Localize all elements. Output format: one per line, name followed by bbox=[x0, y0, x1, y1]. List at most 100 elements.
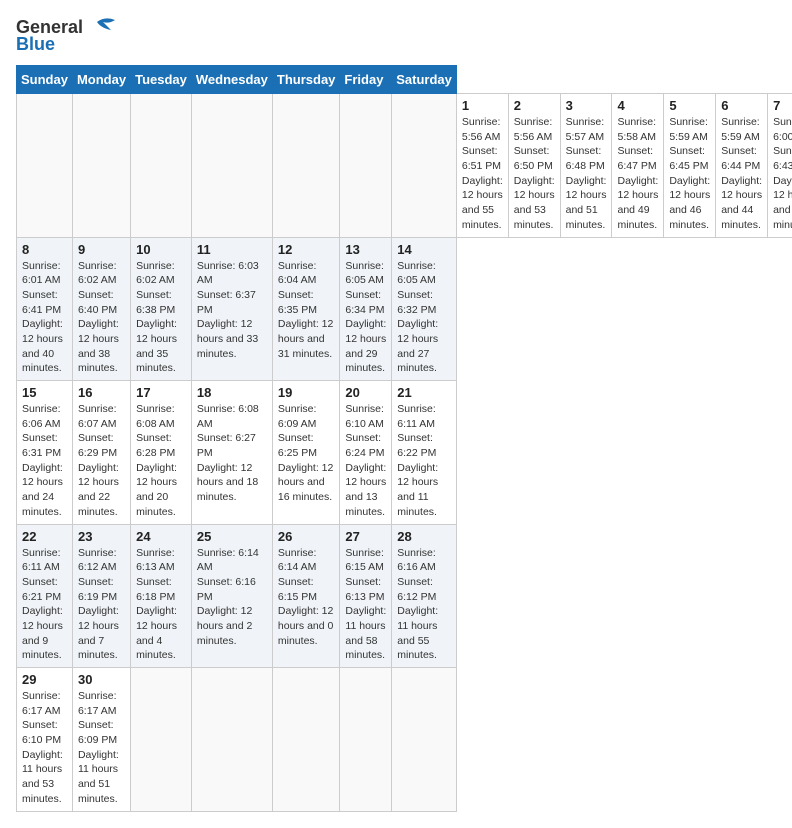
calendar-cell: 30 Sunrise: 6:17 AMSunset: 6:09 PMDayligh… bbox=[72, 668, 130, 812]
day-number: 15 bbox=[22, 385, 67, 400]
day-info: Sunrise: 6:15 AMSunset: 6:13 PMDaylight:… bbox=[345, 546, 386, 664]
calendar-cell: 25 Sunrise: 6:14 AMSunset: 6:16 PMDayligh… bbox=[191, 524, 272, 668]
calendar-cell: 24 Sunrise: 6:13 AMSunset: 6:18 PMDayligh… bbox=[131, 524, 192, 668]
calendar-header-tuesday: Tuesday bbox=[131, 66, 192, 94]
day-number: 28 bbox=[397, 529, 451, 544]
calendar-cell bbox=[272, 94, 340, 238]
day-info: Sunrise: 6:01 AMSunset: 6:41 PMDaylight:… bbox=[22, 259, 67, 377]
calendar-cell: 13Sunrise: 6:05 AMSunset: 6:34 PMDayligh… bbox=[340, 237, 392, 381]
calendar-week-4: 22 Sunrise: 6:11 AMSunset: 6:21 PMDayligh… bbox=[17, 524, 792, 668]
calendar-cell: 26Sunrise: 6:14 AMSunset: 6:15 PMDayligh… bbox=[272, 524, 340, 668]
day-number: 13 bbox=[345, 242, 386, 257]
calendar-cell: 10 Sunrise: 6:02 AMSunset: 6:38 PMDayligh… bbox=[131, 237, 192, 381]
calendar-cell bbox=[191, 668, 272, 812]
calendar-cell: 5 Sunrise: 5:59 AMSunset: 6:45 PMDaylight… bbox=[664, 94, 716, 238]
day-number: 19 bbox=[278, 385, 335, 400]
calendar-cell: 20Sunrise: 6:10 AMSunset: 6:24 PMDayligh… bbox=[340, 381, 392, 525]
day-info: Sunrise: 6:06 AMSunset: 6:31 PMDaylight:… bbox=[22, 402, 67, 520]
calendar-header-monday: Monday bbox=[72, 66, 130, 94]
day-info: Sunrise: 6:05 AMSunset: 6:32 PMDaylight:… bbox=[397, 259, 451, 377]
calendar-cell: 7 Sunrise: 6:00 AMSunset: 6:43 PMDaylight… bbox=[768, 94, 792, 238]
day-info: Sunrise: 6:16 AMSunset: 6:12 PMDaylight:… bbox=[397, 546, 451, 664]
day-number: 11 bbox=[197, 242, 267, 257]
day-info: Sunrise: 6:11 AMSunset: 6:22 PMDaylight:… bbox=[397, 402, 451, 520]
day-number: 2 bbox=[514, 98, 555, 113]
calendar-cell: 9 Sunrise: 6:02 AMSunset: 6:40 PMDaylight… bbox=[72, 237, 130, 381]
calendar-cell bbox=[131, 668, 192, 812]
calendar-header-row: SundayMondayTuesdayWednesdayThursdayFrid… bbox=[17, 66, 792, 94]
day-number: 7 bbox=[773, 98, 792, 113]
day-number: 3 bbox=[566, 98, 607, 113]
calendar-cell: 1 Sunrise: 5:56 AMSunset: 6:51 PMDaylight… bbox=[456, 94, 508, 238]
calendar-cell: 14 Sunrise: 6:05 AMSunset: 6:32 PMDayligh… bbox=[392, 237, 457, 381]
day-number: 10 bbox=[136, 242, 186, 257]
day-info: Sunrise: 5:56 AMSunset: 6:51 PMDaylight:… bbox=[462, 115, 503, 233]
day-number: 26 bbox=[278, 529, 335, 544]
calendar-cell: 15 Sunrise: 6:06 AMSunset: 6:31 PMDayligh… bbox=[17, 381, 73, 525]
day-number: 25 bbox=[197, 529, 267, 544]
day-info: Sunrise: 6:04 AMSunset: 6:35 PMDaylight:… bbox=[278, 259, 335, 362]
day-number: 21 bbox=[397, 385, 451, 400]
day-info: Sunrise: 5:59 AMSunset: 6:45 PMDaylight:… bbox=[669, 115, 710, 233]
day-info: Sunrise: 6:03 AMSunset: 6:37 PMDaylight:… bbox=[197, 259, 267, 362]
calendar-cell: 27 Sunrise: 6:15 AMSunset: 6:13 PMDayligh… bbox=[340, 524, 392, 668]
calendar-cell bbox=[17, 94, 73, 238]
day-info: Sunrise: 6:11 AMSunset: 6:21 PMDaylight:… bbox=[22, 546, 67, 664]
day-info: Sunrise: 6:12 AMSunset: 6:19 PMDaylight:… bbox=[78, 546, 125, 664]
day-info: Sunrise: 6:10 AMSunset: 6:24 PMDaylight:… bbox=[345, 402, 386, 520]
calendar-cell: 19 Sunrise: 6:09 AMSunset: 6:25 PMDayligh… bbox=[272, 381, 340, 525]
calendar-cell: 11 Sunrise: 6:03 AMSunset: 6:37 PMDayligh… bbox=[191, 237, 272, 381]
calendar-cell: 12 Sunrise: 6:04 AMSunset: 6:35 PMDayligh… bbox=[272, 237, 340, 381]
day-info: Sunrise: 6:08 AMSunset: 6:28 PMDaylight:… bbox=[136, 402, 186, 520]
day-info: Sunrise: 6:14 AMSunset: 6:16 PMDaylight:… bbox=[197, 546, 267, 649]
day-number: 4 bbox=[617, 98, 658, 113]
day-info: Sunrise: 5:57 AMSunset: 6:48 PMDaylight:… bbox=[566, 115, 607, 233]
calendar-cell bbox=[191, 94, 272, 238]
day-info: Sunrise: 6:17 AMSunset: 6:10 PMDaylight:… bbox=[22, 689, 67, 807]
day-number: 18 bbox=[197, 385, 267, 400]
day-info: Sunrise: 6:00 AMSunset: 6:43 PMDaylight:… bbox=[773, 115, 792, 233]
day-info: Sunrise: 6:17 AMSunset: 6:09 PMDaylight:… bbox=[78, 689, 125, 807]
calendar-week-1: 1 Sunrise: 5:56 AMSunset: 6:51 PMDaylight… bbox=[17, 94, 792, 238]
day-number: 24 bbox=[136, 529, 186, 544]
calendar-header-friday: Friday bbox=[340, 66, 392, 94]
day-info: Sunrise: 6:02 AMSunset: 6:38 PMDaylight:… bbox=[136, 259, 186, 377]
day-info: Sunrise: 5:59 AMSunset: 6:44 PMDaylight:… bbox=[721, 115, 762, 233]
calendar-week-2: 8 Sunrise: 6:01 AMSunset: 6:41 PMDaylight… bbox=[17, 237, 792, 381]
day-number: 22 bbox=[22, 529, 67, 544]
calendar-week-3: 15 Sunrise: 6:06 AMSunset: 6:31 PMDayligh… bbox=[17, 381, 792, 525]
day-info: Sunrise: 6:07 AMSunset: 6:29 PMDaylight:… bbox=[78, 402, 125, 520]
calendar-header-thursday: Thursday bbox=[272, 66, 340, 94]
day-number: 8 bbox=[22, 242, 67, 257]
day-number: 12 bbox=[278, 242, 335, 257]
calendar-cell bbox=[392, 668, 457, 812]
day-info: Sunrise: 6:02 AMSunset: 6:40 PMDaylight:… bbox=[78, 259, 125, 377]
day-info: Sunrise: 6:08 AMSunset: 6:27 PMDaylight:… bbox=[197, 402, 267, 505]
calendar-cell: 23 Sunrise: 6:12 AMSunset: 6:19 PMDayligh… bbox=[72, 524, 130, 668]
calendar-cell: 17Sunrise: 6:08 AMSunset: 6:28 PMDayligh… bbox=[131, 381, 192, 525]
calendar-cell bbox=[131, 94, 192, 238]
day-number: 29 bbox=[22, 672, 67, 687]
day-number: 5 bbox=[669, 98, 710, 113]
day-number: 27 bbox=[345, 529, 386, 544]
day-number: 9 bbox=[78, 242, 125, 257]
day-info: Sunrise: 5:56 AMSunset: 6:50 PMDaylight:… bbox=[514, 115, 555, 233]
calendar-cell: 28 Sunrise: 6:16 AMSunset: 6:12 PMDayligh… bbox=[392, 524, 457, 668]
calendar-cell bbox=[392, 94, 457, 238]
calendar-cell bbox=[340, 668, 392, 812]
page-header: General Blue bbox=[16, 16, 776, 55]
calendar-header-wednesday: Wednesday bbox=[191, 66, 272, 94]
day-number: 30 bbox=[78, 672, 125, 687]
day-number: 23 bbox=[78, 529, 125, 544]
day-number: 14 bbox=[397, 242, 451, 257]
day-info: Sunrise: 6:13 AMSunset: 6:18 PMDaylight:… bbox=[136, 546, 186, 664]
calendar-cell: 3 Sunrise: 5:57 AMSunset: 6:48 PMDaylight… bbox=[560, 94, 612, 238]
calendar-header-saturday: Saturday bbox=[392, 66, 457, 94]
calendar-cell: 8 Sunrise: 6:01 AMSunset: 6:41 PMDaylight… bbox=[17, 237, 73, 381]
calendar-table: SundayMondayTuesdayWednesdayThursdayFrid… bbox=[16, 65, 792, 812]
calendar-cell: 6Sunrise: 5:59 AMSunset: 6:44 PMDaylight… bbox=[716, 94, 768, 238]
day-number: 1 bbox=[462, 98, 503, 113]
calendar-cell bbox=[72, 94, 130, 238]
day-number: 16 bbox=[78, 385, 125, 400]
day-info: Sunrise: 6:09 AMSunset: 6:25 PMDaylight:… bbox=[278, 402, 335, 505]
